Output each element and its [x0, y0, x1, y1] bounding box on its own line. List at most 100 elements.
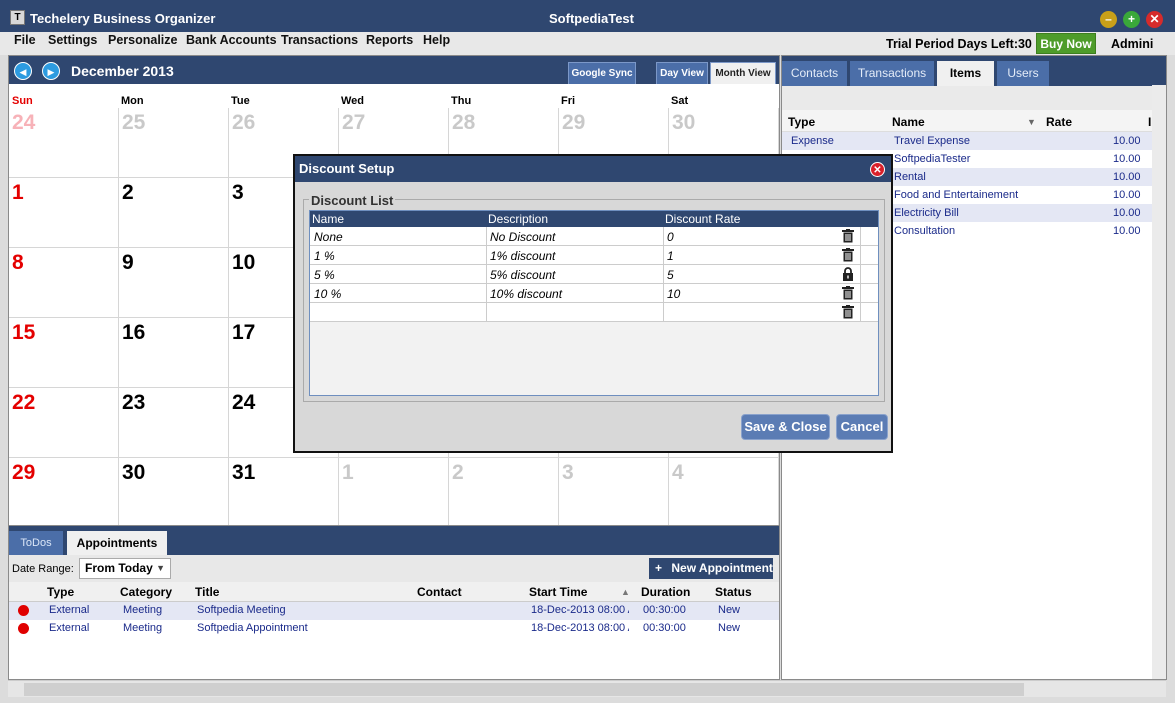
- discount-list-group: Discount List Name Description Discount …: [303, 193, 885, 402]
- weekday-fri: Fri: [561, 95, 576, 107]
- discount-name[interactable]: None: [314, 230, 343, 244]
- tab-transactions[interactable]: Transactions: [850, 61, 934, 86]
- table-row[interactable]: External Meeting Softpedia Appointment 1…: [9, 620, 779, 638]
- tab-contacts[interactable]: Contacts: [782, 61, 847, 86]
- calendar-day[interactable]: 8: [9, 248, 119, 318]
- discount-rate[interactable]: 0: [667, 230, 674, 244]
- table-row[interactable]: 10 % 10% discount 10: [310, 284, 878, 303]
- buy-now-button[interactable]: Buy Now: [1036, 33, 1096, 54]
- discount-name[interactable]: 1 %: [314, 249, 335, 263]
- trash-icon[interactable]: [842, 248, 854, 262]
- menu-personalize[interactable]: Personalize: [108, 33, 177, 47]
- items-header: Type Name ▼ Rate I: [782, 110, 1166, 132]
- calendar-day[interactable]: 4: [669, 458, 779, 528]
- weekday-header: Sun Mon Tue Wed Thu Fri Sat: [9, 84, 779, 108]
- discount-description[interactable]: 1% discount: [490, 249, 555, 263]
- right-tabs: Contacts Transactions Items Users: [782, 56, 1166, 86]
- vertical-scrollbar[interactable]: [1152, 85, 1166, 679]
- tab-items[interactable]: Items: [937, 61, 994, 86]
- calendar-day[interactable]: 2: [119, 178, 229, 248]
- trash-icon[interactable]: [842, 286, 854, 300]
- discount-name[interactable]: 10 %: [314, 287, 341, 301]
- maximize-icon[interactable]: +: [1123, 11, 1140, 28]
- menu-help[interactable]: Help: [423, 33, 450, 47]
- col-title[interactable]: Title: [195, 585, 219, 599]
- col-discount-name[interactable]: Name: [312, 212, 344, 226]
- discount-rate[interactable]: 5: [667, 268, 674, 282]
- tab-todos[interactable]: ToDos: [9, 531, 63, 555]
- calendar-day[interactable]: 3: [559, 458, 669, 528]
- horizontal-scrollbar[interactable]: [8, 680, 1166, 697]
- calendar-day[interactable]: 23: [119, 388, 229, 458]
- appt-category: Meeting: [123, 622, 163, 634]
- menu-file[interactable]: File: [14, 33, 36, 47]
- col-item-extra[interactable]: I: [1148, 115, 1151, 129]
- items-filter-bar: [782, 86, 1166, 110]
- day-view-button[interactable]: Day View: [656, 62, 708, 84]
- menu-reports[interactable]: Reports: [366, 33, 413, 47]
- discount-rate[interactable]: 10: [667, 287, 680, 301]
- discount-name[interactable]: 5 %: [314, 268, 335, 282]
- col-item-name[interactable]: Name: [892, 115, 925, 129]
- calendar-day[interactable]: 25: [119, 108, 229, 178]
- scrollbar-thumb[interactable]: [24, 683, 1024, 696]
- prev-month-icon[interactable]: ◀: [14, 62, 32, 80]
- cancel-button[interactable]: Cancel: [836, 414, 888, 440]
- trash-icon[interactable]: [842, 305, 854, 319]
- weekday-wed: Wed: [341, 95, 365, 107]
- col-type[interactable]: Type: [47, 585, 74, 599]
- col-item-type[interactable]: Type: [788, 115, 815, 129]
- month-view-button[interactable]: Month View: [710, 62, 776, 84]
- table-row[interactable]: [310, 303, 878, 322]
- col-discount-description[interactable]: Description: [488, 212, 548, 226]
- calendar-day[interactable]: 29: [9, 458, 119, 528]
- close-icon[interactable]: ✕: [870, 162, 885, 177]
- col-item-rate[interactable]: Rate: [1046, 115, 1072, 129]
- col-category[interactable]: Category: [120, 585, 172, 599]
- google-sync-button[interactable]: Google Sync: [568, 62, 636, 84]
- window-title: SoftpediaTest: [549, 11, 634, 26]
- item-name: Rental: [894, 171, 926, 183]
- trial-period-text: Trial Period Days Left:30: [886, 37, 1032, 51]
- next-month-icon[interactable]: ▶: [42, 62, 60, 80]
- admin-user-label[interactable]: Admini: [1111, 37, 1153, 51]
- minimize-icon[interactable]: –: [1100, 11, 1117, 28]
- menu-bank-accounts[interactable]: Bank Accounts: [186, 33, 277, 47]
- table-row[interactable]: None No Discount 0: [310, 227, 878, 246]
- save-close-button[interactable]: Save & Close: [741, 414, 830, 440]
- calendar-day[interactable]: 22: [9, 388, 119, 458]
- calendar-day[interactable]: 15: [9, 318, 119, 388]
- calendar-day[interactable]: 30: [119, 458, 229, 528]
- calendar-day[interactable]: 1: [339, 458, 449, 528]
- close-icon[interactable]: ✕: [1146, 11, 1163, 28]
- trash-icon[interactable]: [842, 229, 854, 243]
- col-contact[interactable]: Contact: [417, 585, 462, 599]
- table-row[interactable]: 5 % 5% discount 5: [310, 265, 878, 284]
- date-range-select[interactable]: From Today ▼: [79, 558, 171, 579]
- calendar-day[interactable]: 24: [9, 108, 119, 178]
- calendar-day[interactable]: 9: [119, 248, 229, 318]
- calendar-day[interactable]: 31: [229, 458, 339, 528]
- col-start-time[interactable]: Start Time: [529, 585, 587, 599]
- tab-appointments[interactable]: Appointments: [67, 531, 167, 555]
- discount-description[interactable]: No Discount: [490, 230, 555, 244]
- discount-description[interactable]: 5% discount: [490, 268, 555, 282]
- col-discount-rate[interactable]: Discount Rate: [665, 212, 740, 226]
- calendar-day[interactable]: 16: [119, 318, 229, 388]
- discount-rate[interactable]: 1: [667, 249, 674, 263]
- discount-description[interactable]: 10% discount: [490, 287, 562, 301]
- tab-users[interactable]: Users: [997, 61, 1049, 86]
- col-status[interactable]: Status: [715, 585, 752, 599]
- calendar-month-title: December 2013: [71, 63, 174, 79]
- col-duration[interactable]: Duration: [641, 585, 690, 599]
- menu-transactions[interactable]: Transactions: [281, 33, 358, 47]
- new-appointment-button[interactable]: + New Appointment: [649, 558, 773, 579]
- menu-settings[interactable]: Settings: [48, 33, 97, 47]
- calendar-day[interactable]: 1: [9, 178, 119, 248]
- table-row[interactable]: 1 % 1% discount 1: [310, 246, 878, 265]
- discount-table: Name Description Discount Rate None No D…: [309, 210, 879, 396]
- table-row[interactable]: Expense Travel Expense 10.00: [782, 132, 1154, 150]
- bottom-tabs: ToDos Appointments: [9, 526, 779, 555]
- table-row[interactable]: External Meeting Softpedia Meeting 18-De…: [9, 602, 779, 620]
- calendar-day[interactable]: 2: [449, 458, 559, 528]
